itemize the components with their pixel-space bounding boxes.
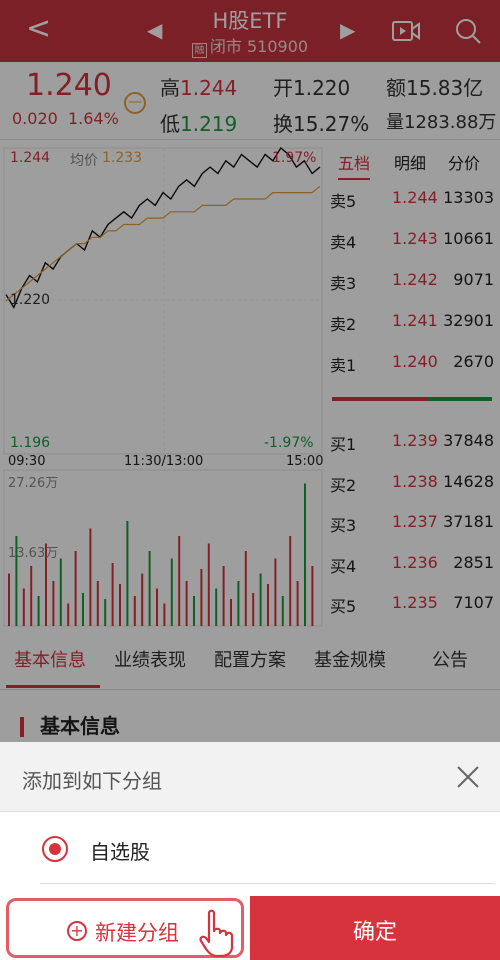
group-option-label: 自选股 <box>90 840 150 864</box>
modal-overlay[interactable] <box>0 0 500 742</box>
confirm-button[interactable]: 确定 <box>250 896 500 960</box>
new-group-label: 新建分组 <box>95 921 179 945</box>
divider <box>40 883 495 884</box>
group-option-watchlist[interactable]: 自选股 <box>0 814 500 888</box>
sheet-header: 添加到如下分组 <box>0 742 500 812</box>
new-group-button[interactable]: + 新建分组 <box>6 898 244 958</box>
plus-circle-icon: + <box>67 921 87 941</box>
pointing-hand-icon <box>199 909 234 957</box>
confirm-label: 确定 <box>352 920 397 945</box>
close-icon[interactable] <box>455 764 481 790</box>
radio-selected-icon[interactable] <box>42 836 68 862</box>
sheet-title: 添加到如下分组 <box>22 769 162 793</box>
